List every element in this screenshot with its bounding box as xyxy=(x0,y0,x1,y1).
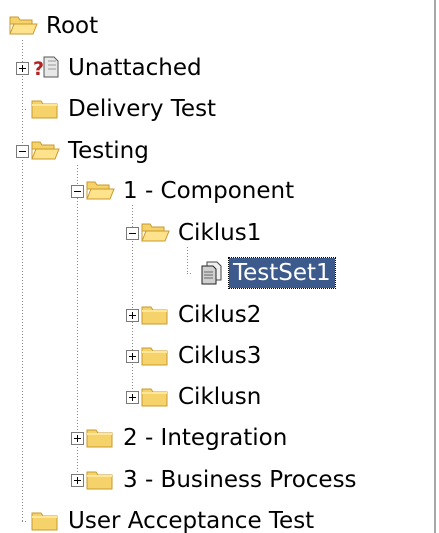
collapse-toggle[interactable] xyxy=(16,145,29,158)
folder-open-icon xyxy=(85,178,115,208)
tree-node[interactable]: TestSet1 xyxy=(0,256,430,290)
unknown-document-icon: ? xyxy=(30,55,60,85)
folder-open-icon xyxy=(140,220,170,250)
folder-icon xyxy=(30,508,60,533)
folder-icon xyxy=(140,302,170,332)
expand-toggle[interactable] xyxy=(126,350,139,363)
tree-node-label[interactable]: Ciklus1 xyxy=(174,218,265,248)
tree-node-label[interactable]: 3 - Business Process xyxy=(119,465,361,495)
folder-icon xyxy=(30,96,60,126)
tree-node[interactable]: Testing xyxy=(0,134,430,168)
tree-node-label[interactable]: User Acceptance Test xyxy=(64,506,318,533)
folder-open-icon xyxy=(8,13,38,43)
folder-icon xyxy=(85,425,115,455)
tree-node[interactable]: 2 - Integration xyxy=(0,421,430,455)
expand-toggle[interactable] xyxy=(126,391,139,404)
tree-node[interactable]: Ciklus1 xyxy=(0,216,430,250)
collapse-toggle[interactable] xyxy=(71,185,84,198)
tree-node[interactable]: 1 - Component xyxy=(0,174,430,208)
tree-node-label[interactable]: Root xyxy=(42,11,102,41)
expand-toggle[interactable] xyxy=(16,62,29,75)
tree-node[interactable]: Delivery Test xyxy=(0,92,430,126)
tree-node-label[interactable]: 2 - Integration xyxy=(119,423,291,453)
tree-node-label[interactable]: Ciklus2 xyxy=(174,300,265,330)
tree-node[interactable]: Ciklusn xyxy=(0,380,430,414)
tree-view[interactable]: Root ? Unattached Delivery Test Testing … xyxy=(0,0,439,533)
folder-icon xyxy=(140,343,170,373)
tree-node-label[interactable]: 1 - Component xyxy=(119,176,298,206)
expand-toggle[interactable] xyxy=(126,309,139,322)
test-set-icon xyxy=(195,260,225,292)
folder-open-icon xyxy=(30,138,60,168)
tree-node[interactable]: Ciklus2 xyxy=(0,298,430,332)
svg-text:?: ? xyxy=(33,58,44,79)
tree-node-label[interactable]: Ciklusn xyxy=(174,382,265,412)
tree-node[interactable]: Root xyxy=(0,9,430,43)
tree-node-label[interactable]: Testing xyxy=(64,136,153,166)
tree-node-label[interactable]: Delivery Test xyxy=(64,94,220,124)
selected-node-label[interactable]: TestSet1 xyxy=(228,257,336,289)
collapse-toggle[interactable] xyxy=(126,227,139,240)
tree-node[interactable]: ? Unattached xyxy=(0,51,430,85)
expand-toggle[interactable] xyxy=(71,474,84,487)
folder-icon xyxy=(85,467,115,497)
tree-node[interactable]: 3 - Business Process xyxy=(0,463,430,497)
tree-node[interactable]: Ciklus3 xyxy=(0,339,430,373)
folder-icon xyxy=(140,384,170,414)
tree-node-label[interactable]: Unattached xyxy=(64,53,206,83)
expand-toggle[interactable] xyxy=(71,432,84,445)
tree-node-label[interactable]: Ciklus3 xyxy=(174,341,265,371)
tree-node[interactable]: User Acceptance Test xyxy=(0,504,430,533)
